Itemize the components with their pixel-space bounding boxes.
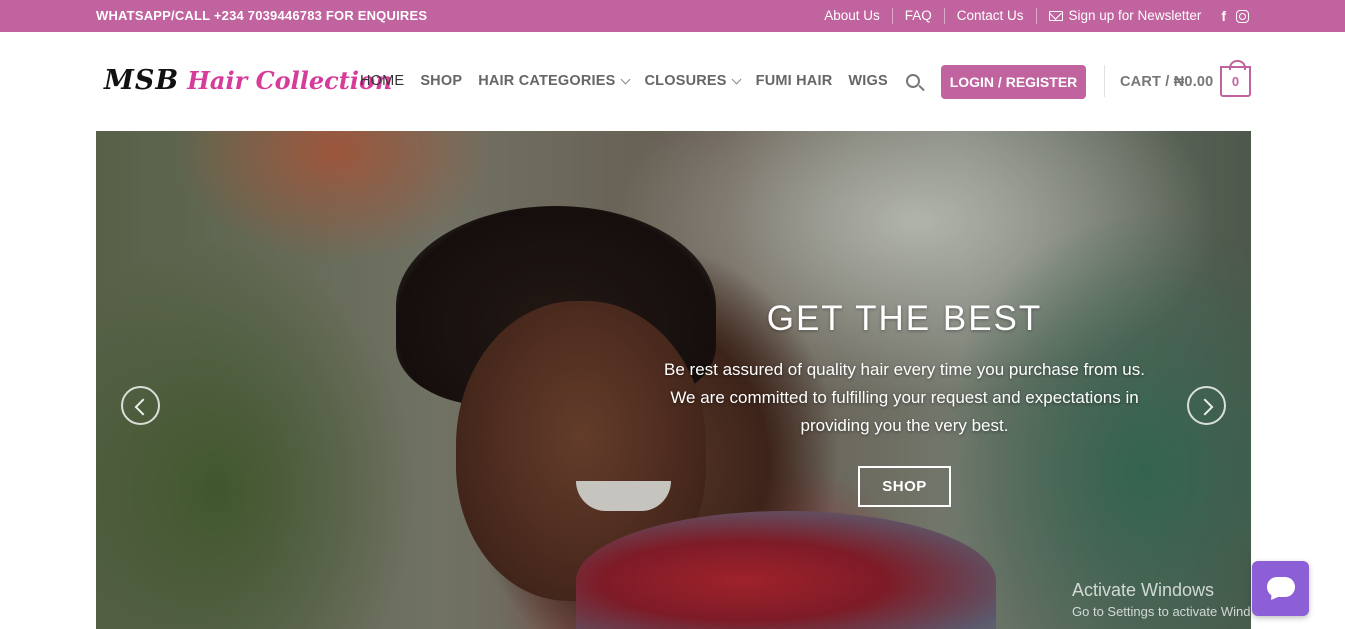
nav-item-fumi-hair[interactable]: FUMI HAIR — [756, 73, 833, 89]
nav-item-home[interactable]: HOME — [360, 73, 404, 89]
nav-label: WIGS — [848, 73, 888, 89]
contact-text: WHATSAPP/CALL +234 7039446783 FOR ENQUIR… — [96, 8, 428, 23]
logo-mark: MSB — [104, 65, 180, 96]
nav-label: HAIR CATEGORIES — [478, 73, 616, 89]
login-register-button[interactable]: LOGIN / REGISTER — [941, 65, 1086, 99]
hero-shop-button[interactable]: SHOP — [858, 466, 951, 507]
newsletter-link[interactable]: Sign up for Newsletter — [1037, 8, 1214, 24]
instagram-icon[interactable] — [1236, 9, 1249, 23]
search-icon[interactable] — [906, 74, 925, 92]
hero-title: GET THE BEST — [766, 299, 1043, 338]
chevron-down-icon — [620, 74, 630, 84]
nav-label: SHOP — [420, 73, 463, 89]
nav-label: FUMI HAIR — [755, 73, 833, 89]
hero-text: Be rest assured of quality hair every ti… — [664, 360, 1145, 435]
site-logo[interactable]: MSB Hair Collection — [104, 65, 392, 96]
main-nav: HOME SHOP HAIR CATEGORIES CLOSURES FUMI … — [360, 73, 904, 89]
about-us-link[interactable]: About Us — [812, 8, 892, 24]
envelope-icon — [1048, 11, 1063, 21]
watermark-subtitle: Go to Settings to activate Windows. — [1072, 604, 1278, 619]
nav-item-hair-categories[interactable]: HAIR CATEGORIES — [478, 73, 630, 89]
chat-widget-button[interactable] — [1252, 561, 1309, 616]
divider — [1104, 65, 1105, 97]
slider-prev-arrow-icon[interactable] — [121, 386, 160, 425]
nav-item-closures[interactable]: CLOSURES — [644, 73, 742, 89]
windows-activation-watermark: Activate Windows Go to Settings to activ… — [1072, 580, 1277, 619]
slider-next-arrow-icon[interactable] — [1187, 386, 1226, 425]
facebook-icon[interactable]: f — [1221, 8, 1226, 24]
site-header: MSB Hair Collection HOME SHOP HAIR CATEG… — [0, 32, 1345, 131]
hero-slider: GET THE BEST Be rest assured of quality … — [96, 131, 1251, 629]
nav-item-shop[interactable]: SHOP — [420, 73, 462, 89]
top-bar: WHATSAPP/CALL +234 7039446783 FOR ENQUIR… — [0, 0, 1345, 32]
top-links: About Us FAQ Contact Us Sign up for News… — [812, 0, 1249, 32]
watermark-title: Activate Windows — [1072, 580, 1215, 600]
nav-label: HOME — [360, 73, 405, 89]
social-links: f — [1213, 8, 1249, 24]
newsletter-label: Sign up for Newsletter — [1068, 8, 1202, 23]
nav-label: CLOSURES — [644, 73, 727, 89]
cart-count-icon[interactable]: 0 — [1220, 60, 1251, 97]
nav-item-wigs[interactable]: WIGS — [848, 73, 887, 89]
contact-us-link[interactable]: Contact Us — [945, 8, 1036, 24]
chevron-down-icon — [731, 74, 742, 84]
faq-link[interactable]: FAQ — [893, 8, 944, 24]
cart-link[interactable]: CART / ₦0.00 — [1120, 74, 1213, 90]
